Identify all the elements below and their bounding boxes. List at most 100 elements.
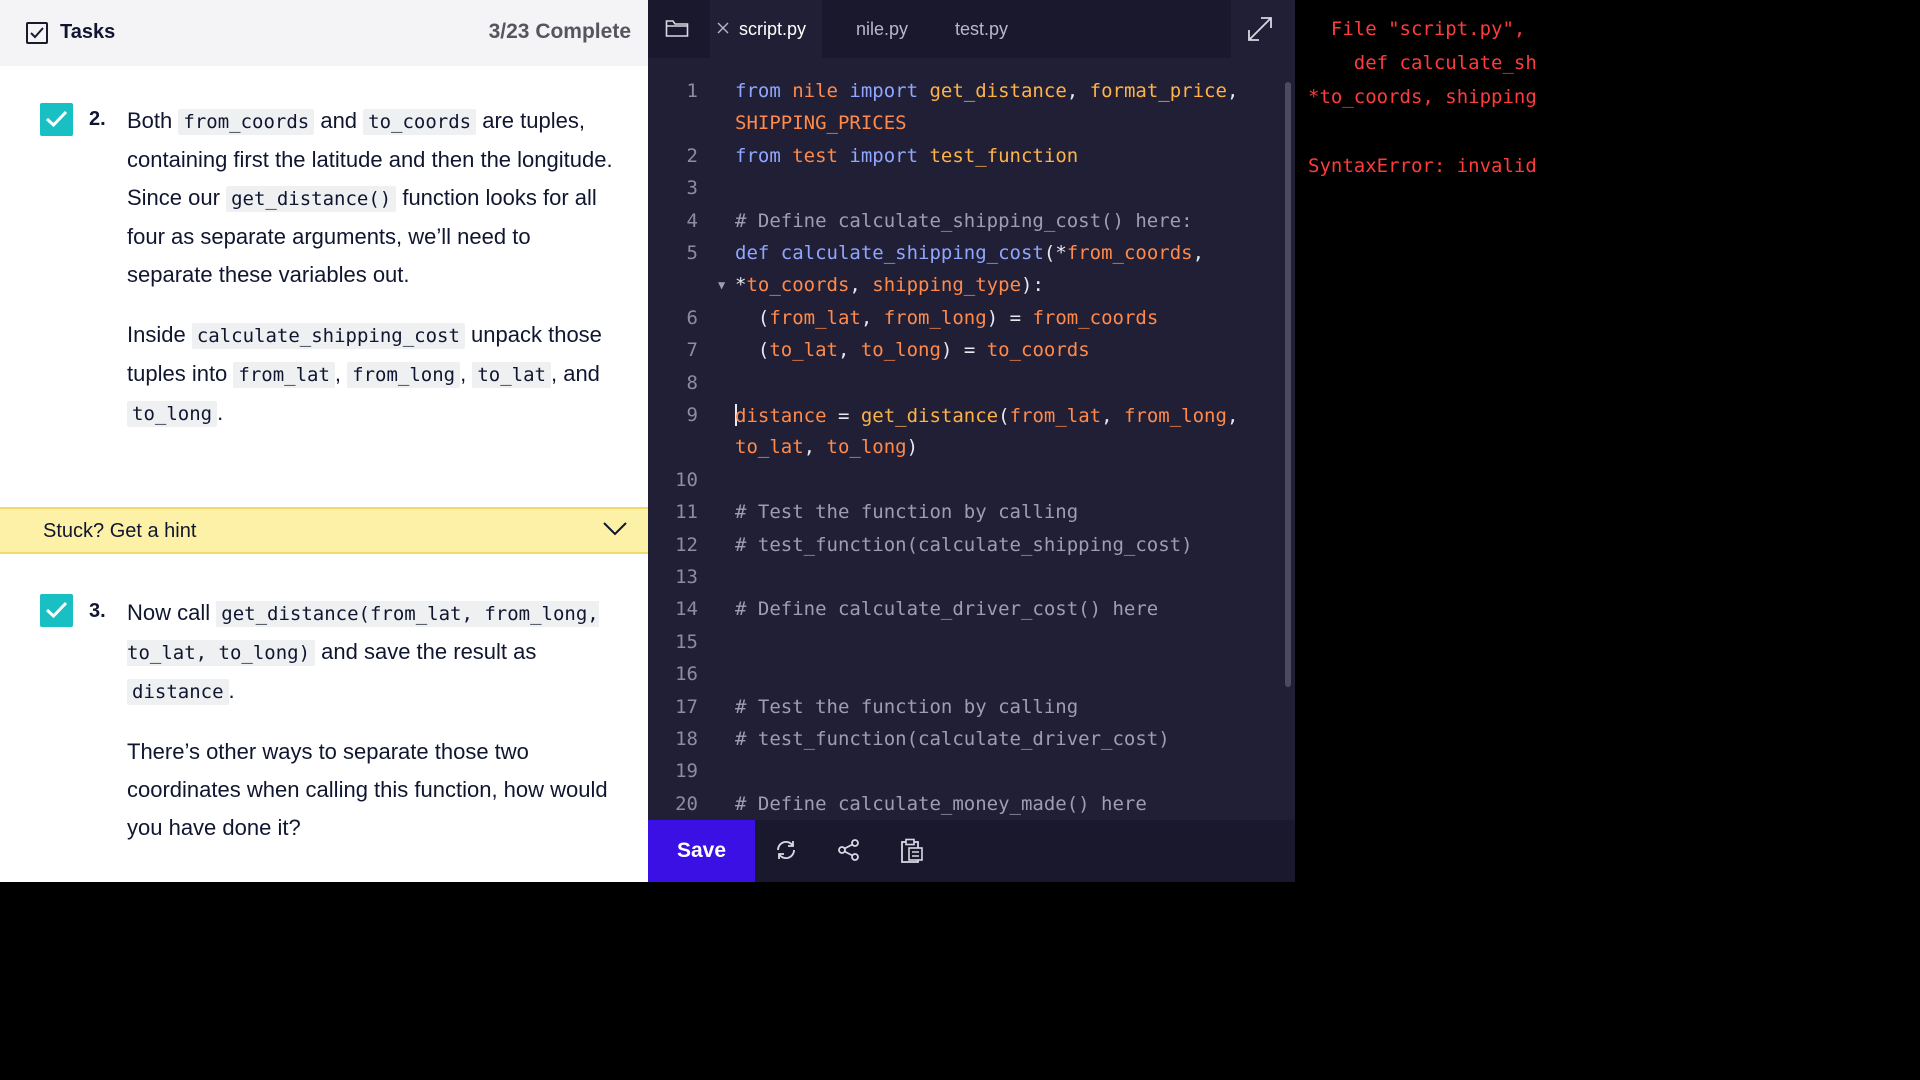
line-number: 16: [675, 663, 698, 685]
tab-test-py[interactable]: test.py: [955, 0, 1008, 58]
chevron-down-icon: [603, 522, 627, 536]
code-line[interactable]: distance = get_distance(from_lat, from_l…: [735, 404, 1238, 427]
code-token: ) =: [940, 339, 987, 361]
code-token: calculate_shipping_cost: [780, 242, 1044, 264]
code-token: ,: [803, 436, 827, 458]
code-token: *: [735, 274, 747, 296]
line-number: 9: [686, 404, 698, 426]
code-token: =: [826, 405, 861, 427]
tab-script-py[interactable]: script.py: [710, 0, 822, 58]
task-complete-checkbox[interactable]: [40, 594, 73, 627]
code-token: # Test the function by calling: [735, 501, 1079, 523]
refresh-icon[interactable]: [774, 838, 798, 862]
task-text: .: [228, 678, 235, 703]
checkbox-icon: [26, 22, 48, 44]
code-line[interactable]: # Define calculate_money_made() here: [735, 793, 1147, 815]
check-icon: [45, 601, 68, 619]
tasks-progress: 3/23 Complete: [488, 20, 631, 43]
line-number: 8: [686, 372, 698, 394]
tab-label: test.py: [955, 19, 1009, 39]
terminal-line: File "script.py",: [1308, 18, 1526, 40]
code-line[interactable]: SHIPPING_PRICES: [735, 112, 907, 134]
task-number: 3.: [89, 600, 106, 622]
code-token: # Define calculate_driver_cost() here: [735, 598, 1159, 620]
code-line[interactable]: *to_coords, shipping_type):: [735, 274, 1044, 296]
task-text: ,: [460, 361, 473, 386]
code-token: nile: [792, 80, 850, 102]
code-line[interactable]: # test_function(calculate_driver_cost): [735, 728, 1170, 750]
inline-code: distance: [127, 679, 229, 705]
editor-scrollbar[interactable]: [1285, 82, 1291, 687]
hint-label: Stuck? Get a hint: [43, 520, 197, 542]
terminal-line: def calculate_sh: [1308, 52, 1537, 74]
folder-icon[interactable]: [665, 18, 689, 38]
code-line[interactable]: # Define calculate_driver_cost() here: [735, 598, 1158, 620]
code-line[interactable]: to_lat, to_long): [735, 436, 918, 458]
line-number: 18: [675, 728, 698, 750]
code-token: distance: [735, 405, 827, 427]
code-line[interactable]: from test import test_function: [735, 145, 1078, 167]
expand-icon[interactable]: [1247, 16, 1273, 42]
line-number: 7: [686, 339, 698, 361]
tab-bar-right: [1231, 0, 1295, 58]
tab-nile-py[interactable]: nile.py: [856, 0, 908, 58]
code-token: ,: [1101, 405, 1124, 427]
code-token: # Define calculate_money_made() here: [735, 793, 1147, 815]
code-line[interactable]: (to_lat, to_long) = to_coords: [735, 339, 1090, 361]
tab-label: script.py: [739, 19, 807, 39]
code-line[interactable]: # test_function(calculate_shipping_cost): [735, 534, 1193, 556]
code-line[interactable]: (from_lat, from_long) = from_coords: [735, 307, 1158, 329]
code-token: format_price: [1089, 80, 1227, 102]
code-token: # Test the function by calling: [735, 696, 1079, 718]
code-line[interactable]: # Define calculate_shipping_cost() here:: [735, 210, 1193, 232]
code-token: to_lat: [769, 339, 838, 361]
code-line[interactable]: # Test the function by calling: [735, 501, 1078, 523]
task-description: Now call get_distance(from_lat, from_lon…: [127, 594, 617, 869]
task-text: Both: [127, 108, 179, 133]
code-token: test_function: [929, 145, 1079, 167]
inline-code: to_long: [127, 401, 218, 427]
code-line[interactable]: from nile import get_distance, format_pr…: [735, 80, 1238, 102]
inline-code: to_coords: [363, 109, 477, 135]
inline-code: calculate_shipping_cost: [191, 323, 465, 349]
clipboard-icon[interactable]: [900, 838, 924, 864]
code-token: ,: [1226, 405, 1239, 427]
code-token: (: [998, 405, 1010, 427]
share-icon[interactable]: [837, 838, 861, 862]
code-token: get_distance: [860, 405, 999, 427]
line-number: 3: [686, 177, 698, 199]
code-token: to_long: [826, 436, 907, 458]
fold-arrow-icon[interactable]: ▼: [718, 278, 725, 292]
code-token: test: [792, 145, 850, 167]
line-number: 11: [675, 501, 698, 523]
code-editor: script.py nile.py test.py 1 from nile imp…: [648, 0, 1295, 882]
line-number: 12: [675, 534, 698, 556]
tab-label: nile.py: [856, 19, 909, 39]
code-token: (: [735, 307, 770, 329]
save-button[interactable]: Save: [648, 820, 755, 882]
code-token: ) =: [986, 307, 1033, 329]
task-description: Both from_coords and to_coords are tuple…: [127, 102, 617, 455]
line-number: 17: [675, 696, 698, 718]
inline-code: from_coords: [178, 109, 315, 135]
code-line[interactable]: def calculate_shipping_cost(*from_coords…: [735, 242, 1204, 264]
task-complete-checkbox[interactable]: [40, 103, 73, 136]
task-text: and: [314, 108, 364, 133]
output-terminal: File "script.py", def calculate_sh *to_co…: [1295, 0, 1568, 882]
tasks-title: Tasks: [60, 21, 116, 43]
hint-toggle[interactable]: Stuck? Get a hint: [0, 507, 648, 554]
task-text: .: [217, 400, 224, 425]
close-icon[interactable]: [717, 22, 729, 34]
task-text: and save the result as: [315, 639, 537, 664]
code-token: to_lat: [735, 436, 804, 458]
code-line[interactable]: # Test the function by calling: [735, 696, 1078, 718]
code-token: # test_function(calculate_shipping_cost): [735, 534, 1193, 556]
code-token: to_long: [860, 339, 941, 361]
task-number: 2.: [89, 108, 106, 130]
tasks-panel: Tasks 3/23 Complete 2. Both from_coords …: [0, 0, 648, 882]
code-token: from_long: [883, 307, 987, 329]
code-token: ,: [837, 339, 861, 361]
task-paragraph: Now call get_distance(from_lat, from_lon…: [127, 594, 617, 711]
code-token: (*: [1043, 242, 1067, 264]
tasks-header: Tasks 3/23 Complete: [0, 0, 648, 66]
